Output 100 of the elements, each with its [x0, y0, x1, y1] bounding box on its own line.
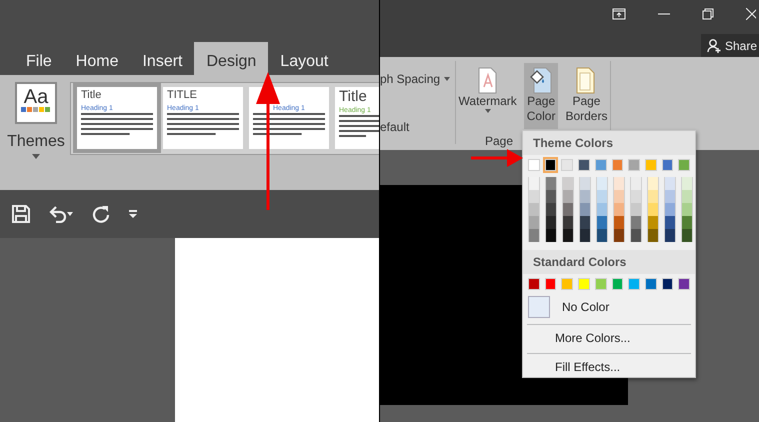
color-swatch[interactable] [613, 216, 625, 229]
color-swatch[interactable] [579, 203, 591, 216]
color-swatch[interactable] [528, 278, 540, 290]
thumbnail-title: TITLE [167, 89, 197, 102]
color-swatch[interactable] [545, 177, 557, 190]
menu-item[interactable]: More Colors... [523, 329, 695, 349]
color-swatch[interactable] [596, 177, 608, 190]
color-swatch[interactable] [647, 177, 659, 190]
customize-icon[interactable] [128, 209, 138, 219]
menu-header: Standard Colors [523, 250, 695, 274]
color-swatch[interactable] [630, 216, 642, 229]
color-swatch[interactable] [594, 278, 607, 290]
color-swatch[interactable] [644, 278, 657, 290]
color-swatch[interactable] [562, 216, 574, 229]
color-swatch[interactable] [528, 159, 540, 171]
ribbon-button[interactable]: Watermark [456, 63, 520, 129]
color-swatch[interactable] [612, 278, 624, 290]
ribbon-button[interactable]: Page Borders [562, 63, 610, 129]
text-lines-drawing [167, 112, 239, 137]
color-swatch[interactable] [528, 203, 540, 216]
undo-icon[interactable] [48, 205, 74, 223]
color-swatch[interactable] [681, 177, 693, 190]
text-lines-drawing [81, 112, 153, 137]
color-swatch[interactable] [579, 229, 591, 242]
color-swatch[interactable] [678, 159, 690, 171]
color-swatch[interactable] [528, 229, 540, 242]
color-swatch[interactable] [562, 190, 574, 203]
color-swatch[interactable] [678, 278, 690, 290]
color-swatch[interactable] [647, 190, 659, 203]
color-swatch[interactable] [562, 229, 574, 242]
color-swatch[interactable] [664, 229, 676, 242]
color-swatch[interactable] [579, 216, 591, 229]
color-swatch[interactable] [664, 203, 676, 216]
color-swatch[interactable] [545, 190, 557, 203]
color-swatch[interactable] [562, 203, 574, 216]
color-swatch[interactable] [612, 159, 624, 171]
redo-icon[interactable] [92, 205, 110, 223]
color-swatch[interactable] [662, 159, 674, 171]
color-swatch[interactable] [528, 177, 540, 190]
color-swatch[interactable] [628, 159, 640, 171]
ribbon-tab[interactable]: Home [64, 42, 130, 75]
color-swatch[interactable] [644, 159, 657, 171]
color-swatch[interactable] [596, 203, 608, 216]
color-swatch[interactable] [681, 216, 693, 229]
color-swatch[interactable] [545, 216, 557, 229]
color-swatch[interactable] [613, 229, 625, 242]
ribbon-tab[interactable]: Design [194, 42, 268, 75]
color-swatch[interactable] [544, 159, 556, 171]
menu-item[interactable]: No Color [523, 294, 695, 320]
color-swatch[interactable] [664, 177, 676, 190]
color-swatch[interactable] [596, 190, 608, 203]
color-swatch[interactable] [578, 278, 590, 290]
color-swatch[interactable] [528, 216, 540, 229]
color-swatch[interactable] [561, 159, 574, 171]
color-swatch[interactable] [545, 203, 557, 216]
color-swatch[interactable] [528, 190, 540, 203]
color-swatch[interactable] [630, 229, 642, 242]
ribbon-button[interactable]: Page Color [524, 63, 558, 129]
thumbnail-title: Title [81, 89, 102, 102]
color-swatch[interactable] [562, 177, 574, 190]
themes-button[interactable]: Aa Themes [8, 82, 64, 190]
color-swatch[interactable] [613, 177, 625, 190]
color-swatch[interactable] [630, 190, 642, 203]
color-swatch[interactable] [664, 190, 676, 203]
color-swatch[interactable] [594, 159, 607, 171]
share-button[interactable]: Share [700, 34, 759, 57]
ribbon-tab[interactable]: Layout [268, 42, 340, 75]
close-icon[interactable] [746, 8, 756, 20]
arrow-drawing [471, 149, 523, 167]
color-swatch[interactable] [647, 216, 659, 229]
caret-icon [32, 154, 40, 159]
ribbon-tab[interactable]: Insert [130, 42, 194, 75]
color-swatch[interactable] [630, 203, 642, 216]
color-swatch[interactable] [662, 278, 674, 290]
color-swatch[interactable] [647, 229, 659, 242]
color-swatch[interactable] [681, 190, 693, 203]
color-swatch[interactable] [596, 216, 608, 229]
color-swatch[interactable] [630, 177, 642, 190]
restore-icon[interactable] [702, 8, 714, 20]
color-swatch[interactable] [545, 229, 557, 242]
color-swatch[interactable] [579, 190, 591, 203]
color-swatch[interactable] [664, 216, 676, 229]
menu-item[interactable]: Fill Effects... [523, 358, 695, 378]
ribbon-display-icon[interactable] [612, 8, 626, 20]
color-swatch[interactable] [613, 203, 625, 216]
color-swatch[interactable] [578, 159, 590, 171]
color-swatch[interactable] [681, 229, 693, 242]
save-icon[interactable] [12, 205, 30, 223]
color-swatch[interactable] [613, 190, 625, 203]
ribbon-label[interactable]: ph Spacing [380, 70, 440, 88]
color-swatch[interactable] [596, 229, 608, 242]
text-lines-drawing [339, 114, 379, 139]
color-swatch[interactable] [681, 203, 693, 216]
ribbon-label[interactable]: efault [380, 118, 410, 136]
color-swatch[interactable] [647, 203, 659, 216]
ribbon-tab[interactable]: File [14, 42, 64, 75]
color-swatch[interactable] [579, 177, 591, 190]
color-swatch[interactable] [628, 278, 640, 290]
color-swatch[interactable] [561, 278, 574, 290]
color-swatch[interactable] [544, 278, 556, 290]
